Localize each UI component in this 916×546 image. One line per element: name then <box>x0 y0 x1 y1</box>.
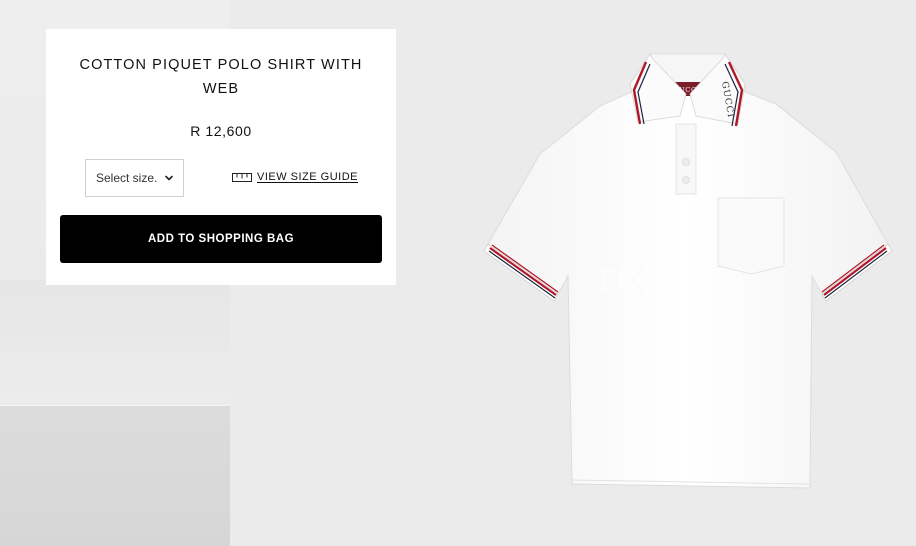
add-to-shopping-bag-button[interactable]: ADD TO SHOPPING BAG <box>60 215 382 263</box>
product-title: COTTON PIQUET POLO SHIRT WITH WEB <box>79 57 363 97</box>
left-backdrop-shade <box>0 280 230 405</box>
size-select[interactable]: Select size. <box>85 159 184 197</box>
size-select-value: Select size. <box>96 171 158 185</box>
ruler-icon <box>232 172 252 182</box>
collar-brand-text: GUCCI <box>673 86 700 94</box>
view-size-guide-link[interactable]: VIEW SIZE GUIDE <box>232 171 358 183</box>
left-backdrop-shelf <box>0 405 230 546</box>
product-info-card: COTTON PIQUET POLO SHIRT WITH WEB R 12,6… <box>46 29 396 285</box>
size-guide-label: VIEW SIZE GUIDE <box>257 171 359 183</box>
chevron-down-icon <box>165 175 173 181</box>
watermark-text: rixx <box>598 255 677 301</box>
polo-shirt-image: GUCCI GUCCI <box>483 53 893 489</box>
product-price: R 12,600 <box>190 123 252 139</box>
